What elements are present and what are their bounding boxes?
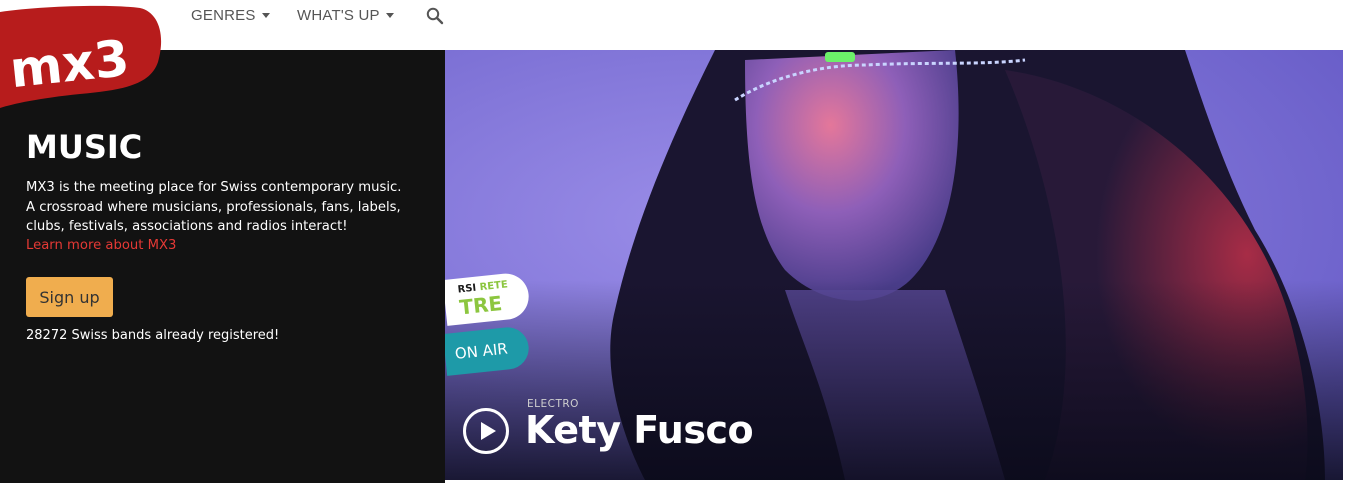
registered-count: 28272 Swiss bands already registered! bbox=[26, 328, 280, 343]
intro-description: MX3 is the meeting place for Swiss conte… bbox=[26, 180, 402, 234]
nav-genres-label: GENRES bbox=[191, 7, 256, 24]
nav-whats-up-label: WHAT'S UP bbox=[297, 7, 380, 24]
nav-genres[interactable]: GENRES bbox=[191, 7, 270, 24]
page-title: MUSIC bbox=[26, 128, 143, 166]
play-button[interactable] bbox=[463, 408, 509, 454]
top-nav: GENRES WHAT'S UP bbox=[0, 0, 1346, 50]
caret-down-icon bbox=[261, 13, 270, 18]
play-icon bbox=[481, 422, 496, 440]
intro-panel bbox=[0, 50, 445, 483]
logo-text: mx3 bbox=[7, 29, 132, 99]
nav-whats-up[interactable]: WHAT'S UP bbox=[297, 7, 394, 24]
featured-artist-hero[interactable]: RSI RETE TRE ON AIR ELECTRO Kety Fusco bbox=[445, 50, 1343, 480]
artist-name[interactable]: Kety Fusco bbox=[525, 408, 754, 452]
search-icon[interactable] bbox=[426, 7, 446, 27]
caret-down-icon bbox=[385, 13, 394, 18]
signup-button[interactable]: Sign up bbox=[26, 277, 113, 317]
tre-label: TRE bbox=[458, 291, 504, 320]
learn-more-link[interactable]: Learn more about MX3 bbox=[26, 238, 176, 253]
mx3-logo[interactable]: mx3 bbox=[0, 4, 162, 109]
